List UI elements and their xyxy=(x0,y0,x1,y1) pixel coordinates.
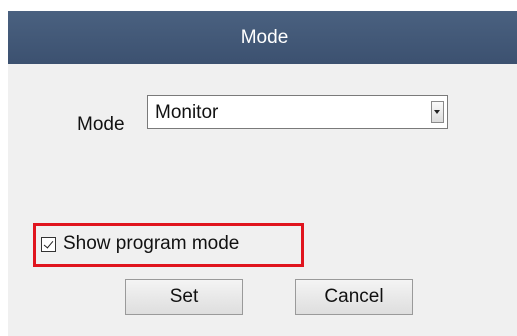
set-button[interactable]: Set xyxy=(125,279,243,315)
chevron-down-icon[interactable] xyxy=(431,101,444,123)
cancel-button[interactable]: Cancel xyxy=(295,279,413,315)
dialog-title: Mode xyxy=(240,26,289,48)
mode-dropdown[interactable]: Monitor xyxy=(147,95,448,129)
show-program-mode-label[interactable]: Show program mode xyxy=(63,233,239,255)
mode-label: Mode xyxy=(77,114,125,135)
dialog-title-bar[interactable]: Mode xyxy=(8,11,517,64)
show-program-mode-checkbox[interactable] xyxy=(41,237,56,252)
mode-dialog: Mode Mode Monitor Show program mode Set … xyxy=(8,11,517,336)
mode-dropdown-value: Monitor xyxy=(155,102,219,123)
